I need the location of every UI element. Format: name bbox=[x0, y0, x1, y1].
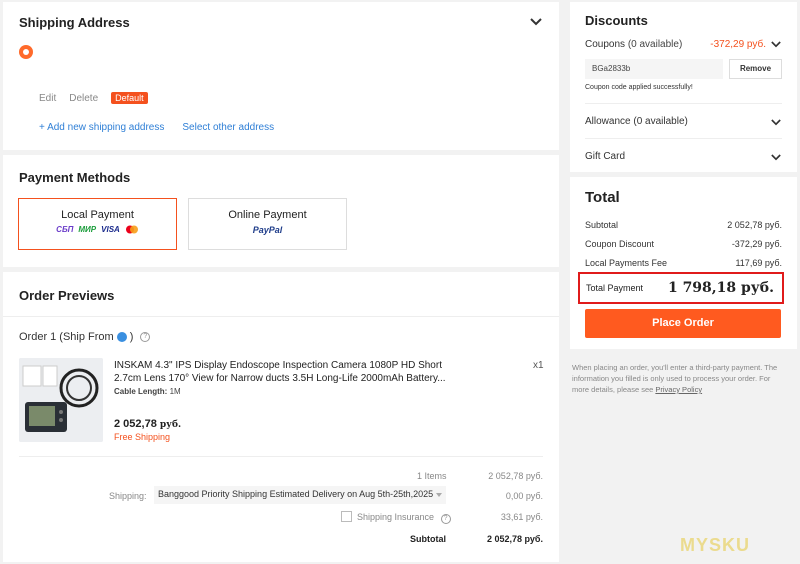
ship-from-label: (Ship From bbox=[59, 331, 114, 343]
remove-coupon-button[interactable]: Remove bbox=[729, 59, 782, 79]
allowance-count: (0 available) bbox=[633, 116, 688, 127]
sbp-logo: СБП bbox=[56, 225, 74, 234]
coupons-row[interactable]: Coupons (0 available) -372,29 руб. bbox=[585, 39, 782, 50]
items-count: 1 Items bbox=[417, 471, 447, 481]
divider bbox=[585, 138, 782, 139]
order-previews-title: Order Previews bbox=[19, 288, 115, 303]
insurance-value: 33,61 руб. bbox=[500, 512, 543, 522]
payment-title: Payment Methods bbox=[19, 170, 131, 185]
shipping-title: Shipping Address bbox=[19, 15, 130, 30]
product-price: 2 052,78 руб. bbox=[114, 418, 181, 430]
local-payment-logos: СБП МИР VISA bbox=[19, 225, 176, 234]
privacy-note: When placing an order, you'll enter a th… bbox=[572, 362, 787, 395]
total-card: Total Subtotal 2 052,78 руб. Coupon Disc… bbox=[570, 177, 797, 349]
mir-logo: МИР bbox=[78, 225, 97, 234]
chevron-down-icon[interactable] bbox=[771, 41, 783, 49]
select-address-link[interactable]: Select other address bbox=[182, 122, 274, 133]
address-links: + Add new shipping address Select other … bbox=[39, 122, 274, 133]
local-fee-row: Local Payments Fee 117,69 руб. bbox=[585, 258, 782, 268]
shipping-value: 0,00 руб. bbox=[505, 491, 543, 501]
edit-link[interactable]: Edit bbox=[39, 93, 56, 104]
divider bbox=[3, 316, 559, 317]
default-badge: Default bbox=[111, 92, 148, 104]
online-payment-option[interactable]: Online Payment PayPal bbox=[188, 198, 347, 250]
local-fee-value: 117,69 руб. bbox=[735, 258, 782, 268]
address-radio[interactable] bbox=[19, 45, 33, 59]
help-icon[interactable]: ? bbox=[140, 332, 151, 342]
allowance-row[interactable]: Allowance (0 available) bbox=[585, 116, 782, 127]
subtotal-label: Subtotal bbox=[585, 220, 619, 230]
total-payment-value: 1 798,18 руб. bbox=[667, 280, 774, 296]
total-title: Total bbox=[585, 189, 620, 206]
subtotal-row: Subtotal 2 052,78 руб. bbox=[585, 220, 782, 230]
online-payment-label: Online Payment bbox=[228, 209, 307, 221]
coupon-discount-row: Coupon Discount -372,29 руб. bbox=[585, 239, 782, 249]
total-payment-box: Total Payment 1 798,18 руб. bbox=[578, 272, 784, 304]
discounts-card: Discounts Coupons (0 available) -372,29 … bbox=[570, 2, 797, 172]
free-shipping-label: Free Shipping bbox=[114, 432, 171, 442]
chevron-down-icon[interactable] bbox=[530, 18, 542, 26]
privacy-policy-link[interactable]: Privacy Policy bbox=[655, 385, 702, 394]
watermark: MYSKU bbox=[680, 535, 751, 555]
items-value: 2 052,78 руб. bbox=[488, 471, 543, 481]
coupon-discount-label: Coupon Discount bbox=[585, 239, 655, 249]
paypal-logo: PayPal bbox=[252, 225, 283, 235]
coupon-code-input[interactable]: BGa2833b bbox=[585, 59, 723, 79]
subtotal-value: 2 052,78 руб. bbox=[727, 220, 782, 230]
price-currency: руб. bbox=[159, 420, 182, 430]
order-label: Order 1 bbox=[19, 331, 57, 343]
local-payment-option[interactable]: Local Payment СБП МИР VISA bbox=[18, 198, 177, 250]
add-address-link[interactable]: + Add new shipping address bbox=[39, 122, 164, 133]
coupons-label: Coupons bbox=[585, 39, 626, 50]
order-previews-card: Order Previews Order 1 (Ship From ) ? IN… bbox=[3, 272, 559, 562]
coupon-discount-value: -372,29 руб. bbox=[731, 239, 782, 249]
delete-link[interactable]: Delete bbox=[69, 93, 98, 104]
divider bbox=[585, 103, 782, 104]
local-payment-label: Local Payment bbox=[61, 209, 134, 221]
place-order-button[interactable]: Place Order bbox=[585, 309, 781, 338]
discounts-title: Discounts bbox=[585, 13, 648, 28]
coupons-value: -372,29 руб. bbox=[710, 39, 766, 50]
coupon-success-message: Coupon code applied successfully! bbox=[585, 84, 693, 91]
mastercard-logo bbox=[125, 225, 139, 234]
cable-length-label: Cable Length: bbox=[114, 387, 168, 396]
subtotal-value: 2 052,78 руб. bbox=[487, 534, 543, 544]
allowance-label: Allowance bbox=[585, 116, 631, 127]
subtotal-label: Subtotal bbox=[410, 534, 446, 544]
globe-icon bbox=[116, 332, 127, 342]
product-name[interactable]: INSKAM 4.3" IPS Display Endoscope Inspec… bbox=[114, 359, 454, 385]
gift-card-label: Gift Card bbox=[585, 151, 626, 162]
ship-from-close: ) bbox=[129, 331, 134, 343]
chevron-down-icon[interactable] bbox=[771, 154, 783, 162]
address-actions: Edit Delete Default bbox=[39, 92, 148, 104]
shipping-method-value: Banggood Priority Shipping Estimated Del… bbox=[158, 489, 434, 499]
gift-card-row[interactable]: Gift Card bbox=[585, 151, 782, 162]
order-header: Order 1 (Ship From ) ? bbox=[19, 331, 151, 343]
insurance-checkbox[interactable] bbox=[341, 511, 352, 522]
help-icon[interactable]: ? bbox=[440, 514, 451, 524]
total-payment-label: Total Payment bbox=[586, 283, 644, 293]
cable-length: Cable Length: 1M bbox=[114, 387, 181, 396]
cable-length-value: 1M bbox=[169, 387, 181, 396]
visa-logo: VISA bbox=[101, 225, 120, 234]
product-thumbnail[interactable] bbox=[19, 358, 103, 442]
coupons-count: (0 available) bbox=[627, 39, 683, 50]
dropdown-arrow-icon bbox=[436, 493, 442, 497]
payment-methods-card: Payment Methods Local Payment СБП МИР VI… bbox=[3, 155, 559, 267]
local-fee-label: Local Payments Fee bbox=[585, 258, 668, 268]
price-amount: 2 052,78 bbox=[114, 418, 157, 430]
divider bbox=[19, 456, 543, 457]
shipping-label: Shipping: bbox=[109, 491, 147, 501]
product-quantity: x1 bbox=[533, 360, 544, 371]
insurance-label-text: Shipping Insurance bbox=[357, 512, 435, 522]
shipping-method-select[interactable]: Banggood Priority Shipping Estimated Del… bbox=[154, 486, 446, 504]
shipping-address-card: Shipping Address Edit Delete Default + A… bbox=[3, 2, 559, 150]
chevron-down-icon[interactable] bbox=[771, 119, 783, 127]
insurance-label: Shipping Insurance ? bbox=[357, 512, 451, 524]
online-payment-logos: PayPal bbox=[189, 225, 346, 235]
